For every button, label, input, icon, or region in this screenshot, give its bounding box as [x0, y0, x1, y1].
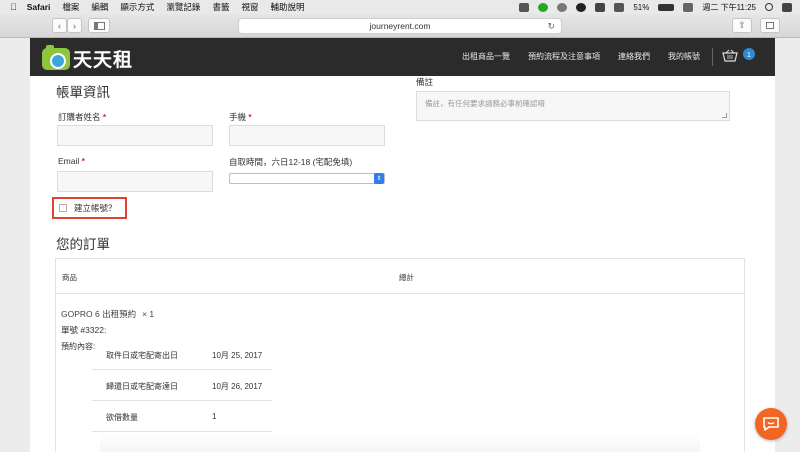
- table-row: 欲借數量 1: [92, 401, 272, 432]
- phone-label: 手機 *: [229, 111, 252, 123]
- sync-icon[interactable]: [557, 2, 568, 12]
- share-icon: ⇧: [738, 20, 746, 30]
- menu-app-name[interactable]: Safari: [27, 2, 51, 12]
- create-account-option[interactable]: 建立帳號？: [52, 197, 127, 219]
- col-product-header: 商品: [62, 273, 77, 282]
- airplay-icon[interactable]: [614, 2, 625, 12]
- booking-meta-value: 10月 26, 2017: [212, 382, 263, 391]
- booking-meta-key: 欲借數量: [106, 413, 138, 422]
- site-logo[interactable]: 天天租: [42, 44, 134, 72]
- booking-meta-key: 取件日或宅配寄出日: [106, 351, 178, 360]
- product-line: GOPRO 6 出租預約 × 1: [61, 308, 154, 320]
- product-quantity: × 1: [142, 309, 155, 319]
- booking-details-table: 取件日或宅配寄出日 10月 25, 2017 歸還日或宅配寄達日 10月 26,…: [92, 339, 272, 432]
- name-label: 訂購者姓名 *: [58, 111, 106, 123]
- m-app-icon[interactable]: [576, 2, 587, 12]
- table-row: 取件日或宅配寄出日 10月 25, 2017: [92, 339, 272, 370]
- logo-text: 天天租: [73, 50, 134, 71]
- notification-center-icon[interactable]: [782, 2, 792, 12]
- macos-menubar:  Safari 檔案 編輯 顯示方式 瀏覽記錄 書籤 視窗 輔助說明 51% …: [0, 0, 800, 14]
- billing-heading: 帳單資訊: [56, 85, 110, 100]
- chat-bubble-icon: [763, 417, 779, 431]
- order-review-table: 商品 總計 GOPRO 6 出租預約 × 1 單號 #3322: 預約內容: 取件…: [55, 258, 745, 452]
- main-nav: 出租商品一覽 預約流程及注意事項 連絡我們 我的帳號: [462, 51, 700, 62]
- menu-history[interactable]: 瀏覽記錄: [166, 1, 200, 13]
- nav-contact[interactable]: 連絡我們: [618, 51, 650, 62]
- menu-bookmarks[interactable]: 書籤: [212, 1, 229, 13]
- nav-my-account[interactable]: 我的帳號: [668, 51, 700, 62]
- battery-percent: 51%: [633, 2, 650, 12]
- address-bar-url: journeyrent.com: [369, 21, 431, 31]
- menu-help[interactable]: 輔助說明: [270, 1, 304, 13]
- email-label: Email *: [58, 156, 85, 166]
- col-total-header: 總計: [399, 273, 414, 282]
- sidebar-icon: [93, 21, 105, 30]
- cart-count-badge[interactable]: 1: [743, 48, 755, 60]
- order-table-header: 商品 總計: [56, 259, 744, 294]
- spotlight-search-icon[interactable]: [765, 3, 773, 11]
- forward-button[interactable]: ›: [67, 18, 82, 33]
- notes-placeholder: 備註，有任何要求請務必事前確認唷: [425, 99, 545, 108]
- required-mark: *: [81, 156, 85, 166]
- browser-toolbar: ‹ › journeyrent.com ↻ ⇧: [0, 14, 800, 38]
- sidebar-button[interactable]: [88, 18, 110, 33]
- menubar-status-area: 51% 週二 下午11:25: [519, 0, 792, 14]
- camera-logo-icon: [42, 44, 70, 70]
- site-header: 天天租 出租商品一覽 預約流程及注意事項 連絡我們 我的帳號 1: [30, 38, 775, 76]
- order-heading: 您的訂單: [56, 237, 110, 252]
- back-button[interactable]: ‹: [52, 18, 67, 33]
- menu-view[interactable]: 顯示方式: [120, 1, 154, 13]
- apple-menu-icon[interactable]: : [10, 2, 17, 12]
- checkout-page: 帳單資訊 訂購者姓名 * 手機 * Email * 自取時間，六日12-18 (…: [30, 76, 775, 452]
- create-account-checkbox[interactable]: [59, 204, 67, 212]
- table-row: 歸還日或宅配寄達日 10月 26, 2017: [92, 370, 272, 401]
- resize-grip-icon[interactable]: [722, 113, 727, 118]
- input-source-icon[interactable]: [683, 2, 694, 12]
- booking-meta-value: 10月 25, 2017: [212, 351, 263, 360]
- menu-window[interactable]: 視窗: [241, 1, 258, 13]
- product-name: GOPRO 6 出租預約: [61, 309, 137, 319]
- tabs-icon: [766, 22, 774, 29]
- order-number: 單號 #3322:: [61, 325, 107, 335]
- required-mark: *: [248, 112, 252, 122]
- create-account-label: 建立帳號？: [74, 203, 117, 213]
- line-icon[interactable]: [538, 2, 549, 12]
- live-chat-button[interactable]: [755, 408, 787, 440]
- pickup-time-select[interactable]: ⇕: [229, 173, 385, 184]
- email-label-text: Email: [58, 156, 80, 166]
- name-field[interactable]: [57, 125, 213, 146]
- tabs-overview-button[interactable]: [760, 18, 780, 33]
- booking-meta-value: 1: [212, 412, 217, 421]
- phone-field[interactable]: [229, 125, 385, 146]
- nav-booking-process[interactable]: 預約流程及注意事項: [528, 51, 600, 62]
- share-button[interactable]: ⇧: [732, 18, 752, 33]
- notes-textarea[interactable]: 備註，有任何要求請務必事前確認唷: [416, 91, 730, 121]
- phone-label-text: 手機: [229, 112, 247, 122]
- booking-details-label: 預約內容:: [61, 342, 96, 351]
- menu-file[interactable]: 檔案: [62, 1, 79, 13]
- battery-icon[interactable]: [658, 3, 675, 11]
- cart-basket-icon[interactable]: [722, 49, 738, 62]
- nav-divider: [712, 48, 713, 66]
- bottom-fade: [100, 434, 700, 452]
- nav-products[interactable]: 出租商品一覽: [462, 51, 510, 62]
- email-field[interactable]: [57, 171, 213, 192]
- menu-edit[interactable]: 編輯: [91, 1, 108, 13]
- address-bar[interactable]: journeyrent.com ↻: [238, 18, 562, 34]
- name-label-text: 訂購者姓名: [58, 112, 101, 122]
- reload-icon[interactable]: ↻: [547, 21, 555, 32]
- dropbox-icon[interactable]: [519, 2, 530, 12]
- menubar-clock[interactable]: 週二 下午11:25: [702, 2, 756, 13]
- notes-label: 備註: [416, 77, 434, 87]
- required-mark: *: [102, 112, 107, 122]
- pickup-time-label: 自取時間，六日12-18 (宅配免填): [229, 157, 353, 167]
- booking-meta-key: 歸還日或宅配寄達日: [106, 382, 178, 391]
- select-arrows-icon: ⇕: [374, 173, 384, 184]
- wifi-icon[interactable]: [595, 2, 606, 12]
